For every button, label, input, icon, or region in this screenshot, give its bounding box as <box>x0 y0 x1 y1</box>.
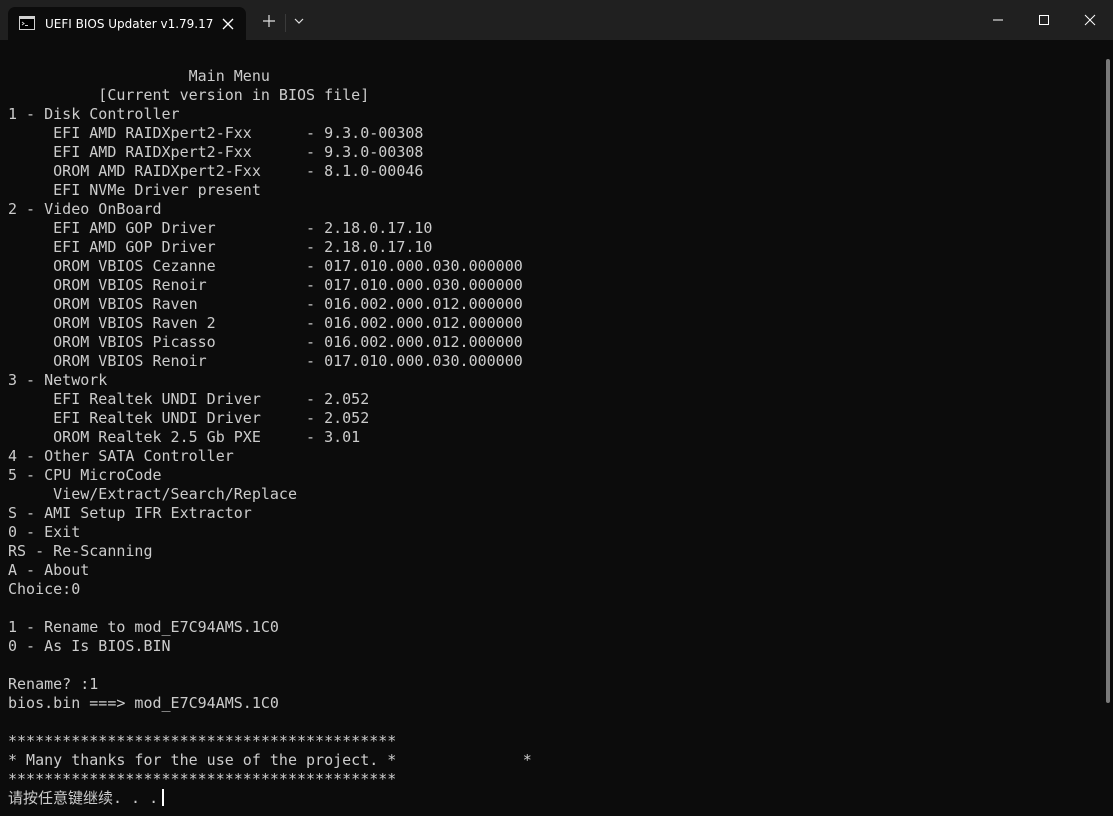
console-line: A - About <box>8 561 90 579</box>
console-line: 2 - Video OnBoard <box>8 200 162 218</box>
console-line: OROM VBIOS Raven 2 - 016.002.000.012.000… <box>8 314 523 332</box>
console-line: OROM VBIOS Renoir - 017.010.000.030.0000… <box>8 276 523 294</box>
minimize-button[interactable] <box>975 0 1021 40</box>
console-line: 1 - Disk Controller <box>8 105 180 123</box>
chevron-down-icon[interactable] <box>288 10 310 32</box>
plus-icon[interactable] <box>258 10 280 32</box>
prompt-text: 请按任意键继续. . . <box>8 789 159 807</box>
title-bar[interactable]: UEFI BIOS Updater v1.79.17 - BIOS <box>0 0 1113 40</box>
console-icon <box>19 16 35 30</box>
console-line: Choice:0 <box>8 580 81 598</box>
console-line: EFI AMD GOP Driver - 2.18.0.17.10 <box>8 219 433 237</box>
console-line: 3 - Network <box>8 371 108 389</box>
scrollbar[interactable] <box>1106 59 1110 703</box>
console-line: [Current version in BIOS file] <box>8 86 370 104</box>
close-icon <box>1084 14 1096 26</box>
console-line: EFI AMD RAIDXpert2-Fxx - 9.3.0-00308 <box>8 143 424 161</box>
close-tab-icon[interactable] <box>219 15 237 33</box>
terminal-window: UEFI BIOS Updater v1.79.17 - BIOS <box>0 0 1113 816</box>
tab-divider <box>285 14 286 32</box>
tab-title: UEFI BIOS Updater v1.79.17 - BIOS <box>45 17 217 31</box>
console-line: OROM VBIOS Picasso - 016.002.000.012.000… <box>8 333 523 351</box>
maximize-button[interactable] <box>1021 0 1067 40</box>
terminal-tab[interactable]: UEFI BIOS Updater v1.79.17 - BIOS <box>8 7 246 40</box>
console-line: ****************************************… <box>8 732 397 750</box>
console-line: OROM VBIOS Cezanne - 017.010.000.030.000… <box>8 257 523 275</box>
console-line: EFI Realtek UNDI Driver - 2.052 <box>8 390 370 408</box>
console-line: ****************************************… <box>8 770 397 788</box>
text-cursor <box>162 789 164 806</box>
console-line: OROM Realtek 2.5 Gb PXE - 3.01 <box>8 428 361 446</box>
console-line: OROM VBIOS Renoir - 017.010.000.030.0000… <box>8 352 523 370</box>
maximize-icon <box>1039 15 1049 25</box>
minimize-icon <box>993 19 1003 21</box>
console-output[interactable]: Main Menu [Current version in BIOS file]… <box>0 40 1113 816</box>
console-line: EFI AMD RAIDXpert2-Fxx - 9.3.0-00308 <box>8 124 424 142</box>
console-line: EFI NVMe Driver present <box>8 181 261 199</box>
console-line: 5 - CPU MicroCode <box>8 466 162 484</box>
console-line: 0 - As Is BIOS.BIN <box>8 637 171 655</box>
console-line: 1 - Rename to mod_E7C94AMS.1C0 <box>8 618 279 636</box>
console-text: Main Menu [Current version in BIOS file]… <box>8 67 532 808</box>
console-line: EFI Realtek UNDI Driver - 2.052 <box>8 409 370 427</box>
prompt-line: 请按任意键继续. . . <box>8 789 532 808</box>
console-line: S - AMI Setup IFR Extractor <box>8 504 252 522</box>
console-line: Main Menu <box>8 67 270 85</box>
console-line: * Many thanks for the use of the project… <box>8 751 532 769</box>
console-line: View/Extract/Search/Replace <box>8 485 297 503</box>
console-line: 0 - Exit <box>8 523 81 541</box>
console-line: RS - Re-Scanning <box>8 542 153 560</box>
console-line: 4 - Other SATA Controller <box>8 447 234 465</box>
close-window-button[interactable] <box>1067 0 1113 40</box>
console-line: Rename? :1 <box>8 675 99 693</box>
console-line: bios.bin ===> mod_E7C94AMS.1C0 <box>8 694 279 712</box>
console-line: EFI AMD GOP Driver - 2.18.0.17.10 <box>8 238 433 256</box>
console-line: OROM AMD RAIDXpert2-Fxx - 8.1.0-00046 <box>8 162 424 180</box>
console-line: OROM VBIOS Raven - 016.002.000.012.00000… <box>8 295 523 313</box>
